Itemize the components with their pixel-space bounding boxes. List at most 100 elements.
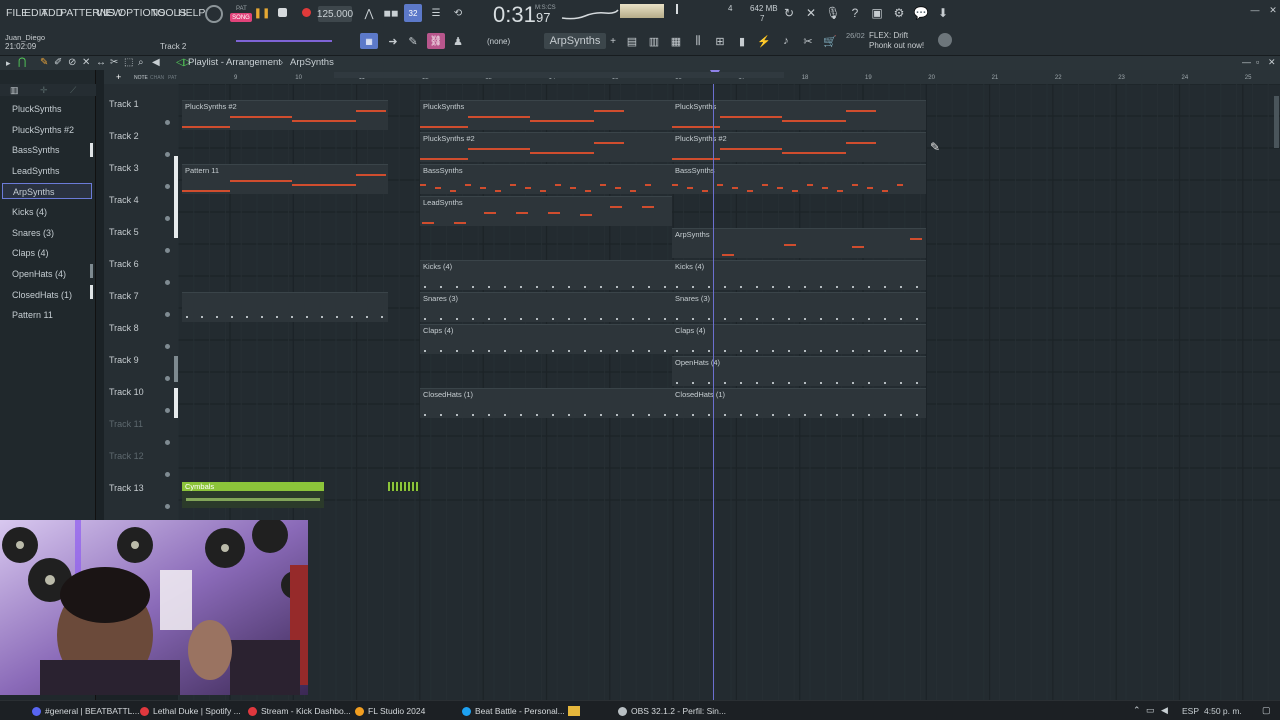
track-label[interactable]: Track 3 <box>109 163 139 173</box>
paint-tool-icon[interactable]: ✐ <box>54 57 62 68</box>
snap-icon[interactable]: ▦ <box>360 33 378 49</box>
pat-song-toggle-icon[interactable] <box>205 5 223 23</box>
track-mute-led[interactable] <box>165 440 170 445</box>
vertical-scrollbar[interactable] <box>1274 96 1279 148</box>
pattern-item-selected[interactable]: ArpSynths <box>2 183 92 199</box>
master-pitch-slider[interactable] <box>236 40 332 42</box>
magnet-icon[interactable]: ⋂ <box>18 57 26 68</box>
track-mute-led[interactable] <box>165 248 170 253</box>
taskbar-app[interactable]: Lethal Duke | Spotify ... <box>140 704 241 718</box>
mute-tool-icon[interactable]: ✕ <box>82 57 90 68</box>
mixer-icon[interactable]: ⫼ <box>690 33 706 49</box>
track-label[interactable]: Track 10 <box>109 387 144 397</box>
channel-filter[interactable]: (none) <box>487 37 510 46</box>
pattern-item[interactable]: OpenHats (4) <box>2 266 92 282</box>
pattern-item[interactable]: BassSynths <box>2 142 92 158</box>
browser-icon[interactable]: ▮ <box>734 33 750 49</box>
minimize-icon[interactable]: — <box>1250 5 1260 15</box>
track-label[interactable]: Track 8 <box>109 323 139 333</box>
clip[interactable]: Kicks (4) <box>672 260 926 290</box>
pattern-item[interactable]: PluckSynths <box>2 101 92 117</box>
picker-next-icon[interactable]: ⟋ <box>70 85 76 96</box>
slice-tool-icon[interactable]: ✂ <box>110 57 118 68</box>
menu-arrow-icon[interactable]: ▸ <box>6 58 11 69</box>
taskbar-app[interactable]: OBS 32.1.2 - Perfil: Sin... <box>618 704 726 718</box>
pause-icon[interactable]: ❚❚ <box>254 7 271 20</box>
track-mute-led[interactable] <box>165 408 170 413</box>
pattern-item[interactable]: Pattern 11 <box>2 307 92 323</box>
taskbar-app[interactable]: Stream - Kick Dashbo... <box>248 704 351 718</box>
stamp-icon[interactable]: ♟ <box>451 33 465 49</box>
draw-tool-icon[interactable]: ✎ <box>40 57 48 68</box>
notification-icon[interactable]: ▢ <box>1262 705 1271 716</box>
pattern-item[interactable]: Kicks (4) <box>2 204 92 220</box>
system-clock[interactable]: 4:50 p. m. <box>1204 706 1242 716</box>
audio-clip[interactable]: Cymbals <box>182 482 324 508</box>
help-icon[interactable]: ? <box>848 6 862 20</box>
slip-tool-icon[interactable]: ↔ <box>96 57 106 68</box>
track-mute-led[interactable] <box>165 376 170 381</box>
track-label[interactable]: Track 2 <box>109 131 139 141</box>
undo-history-icon[interactable]: ↻ <box>782 6 796 20</box>
taskbar-app[interactable]: Beat Battle - Personal... <box>462 704 565 718</box>
playback-tool-icon[interactable]: ◀ <box>152 57 160 68</box>
touch-keyboard-icon[interactable]: ♪ <box>778 33 794 49</box>
cut-icon[interactable]: ✂ <box>800 33 816 49</box>
globe-icon[interactable] <box>938 33 952 47</box>
record-icon[interactable] <box>302 8 311 17</box>
track-label[interactable]: Track 7 <box>109 291 139 301</box>
track-mute-led[interactable] <box>165 280 170 285</box>
wait-record-icon[interactable]: ◼◼ <box>382 6 400 20</box>
add-pattern-icon[interactable]: + <box>608 33 618 49</box>
news-text[interactable]: FLEX: Drift Phonk out now! <box>869 31 929 51</box>
track-label[interactable]: Track 12 <box>109 451 144 461</box>
track-label[interactable]: Track 5 <box>109 227 139 237</box>
clip[interactable] <box>182 292 388 322</box>
playlist-maximize-icon[interactable]: ▫ <box>1256 57 1259 67</box>
loop-record-icon[interactable]: ⟲ <box>450 6 466 20</box>
song-mode-button[interactable]: SONG <box>230 13 252 22</box>
pattern-item[interactable]: Snares (3) <box>2 225 92 241</box>
metronome-icon[interactable]: ⋀ <box>362 6 376 20</box>
delete-tool-icon[interactable]: ⊘ <box>68 57 76 68</box>
menu-help[interactable]: HELP <box>178 7 205 19</box>
file-explorer-icon[interactable] <box>568 706 580 716</box>
piano-roll-icon[interactable]: ▥ <box>646 33 662 49</box>
chat-icon[interactable]: 💬 <box>914 6 929 20</box>
playlist-icon[interactable]: ▤ <box>624 33 640 49</box>
taskbar-app[interactable]: #general | BEATBATTL... <box>32 704 140 718</box>
picker-prev-icon[interactable]: ✛ <box>40 85 48 96</box>
plugin-picker-icon[interactable]: ⊞ <box>712 33 728 49</box>
shop-icon[interactable]: 🛒 <box>822 33 838 49</box>
clip[interactable]: ArpSynths <box>672 228 926 258</box>
language-indicator[interactable]: ESP <box>1182 706 1199 716</box>
pattern-item[interactable]: LeadSynths <box>2 163 92 179</box>
plugin-icon[interactable]: ⚡ <box>756 33 772 49</box>
select-tool-icon[interactable]: ⬚ <box>124 57 133 68</box>
pattern-item[interactable]: PluckSynths #2 <box>2 122 92 138</box>
time-display[interactable]: 0:31 <box>493 2 536 28</box>
pencil-icon[interactable]: ✎ <box>406 33 420 49</box>
taskbar-app[interactable]: FL Studio 2024 <box>355 704 425 718</box>
step-edit-icon[interactable]: 32 <box>404 4 422 22</box>
track-label[interactable]: Track 6 <box>109 259 139 269</box>
track-mute-led[interactable] <box>165 216 170 221</box>
track-label[interactable]: Track 9 <box>109 355 139 365</box>
channel-rack-icon[interactable]: ▦ <box>668 33 684 49</box>
track-mute-led[interactable] <box>165 152 170 157</box>
tray-chevron-icon[interactable]: ⌃ <box>1133 705 1141 716</box>
playlist-minimize-icon[interactable]: — <box>1242 57 1251 67</box>
add-track-icon[interactable]: + <box>116 72 121 82</box>
microphone-icon[interactable]: 🎙 <box>825 6 840 20</box>
arrow-right-icon[interactable]: ➜ <box>386 33 400 49</box>
zoom-tool-icon[interactable]: ⌕ <box>138 57 144 68</box>
playlist-grid[interactable]: PluckSynths #2 PluckSynths PluckSynths P… <box>178 84 1280 700</box>
stop-icon[interactable] <box>278 8 287 17</box>
track-label[interactable]: Track 11 <box>109 419 143 429</box>
track-label[interactable]: Track 13 <box>109 483 144 493</box>
pattern-item[interactable]: Claps (4) <box>2 245 92 261</box>
picker-menu-icon[interactable]: ▥ <box>10 85 19 96</box>
track-mute-led[interactable] <box>165 312 170 317</box>
track-mute-led[interactable] <box>165 344 170 349</box>
track-mute-led[interactable] <box>165 184 170 189</box>
